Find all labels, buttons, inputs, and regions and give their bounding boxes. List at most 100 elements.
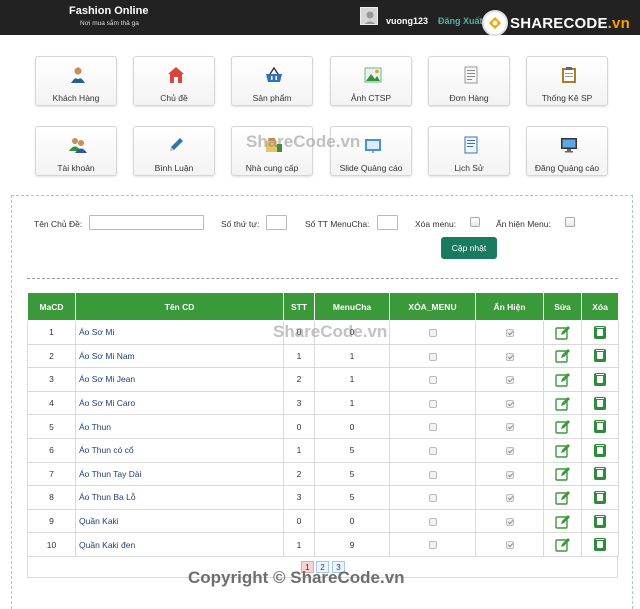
edit-icon[interactable] <box>555 514 570 529</box>
trash-icon[interactable] <box>594 372 606 386</box>
cell-name[interactable]: Áo Thun Ba Lỗ <box>75 485 284 510</box>
delete-flag-checkbox[interactable] <box>428 470 437 479</box>
menu-tile-product-images[interactable]: Ảnh CTSP <box>330 56 412 106</box>
cell-parent: 0 <box>314 414 390 439</box>
column-header-visible[interactable]: Ẩn Hiện <box>475 292 544 321</box>
cell-name[interactable]: Áo Sơ Mi <box>75 320 284 345</box>
delete-flag-checkbox[interactable] <box>428 517 437 526</box>
trash-icon[interactable] <box>594 538 606 552</box>
visible-flag-checkbox[interactable] <box>505 541 514 550</box>
cell-name[interactable]: Áo Thun Tay Dài <box>75 461 284 487</box>
show-menu-checkbox[interactable] <box>565 217 575 227</box>
delete-flag-checkbox[interactable] <box>428 423 437 432</box>
edit-icon[interactable] <box>555 443 570 458</box>
menu-tile-label: Slide Quảng cáo <box>339 163 403 173</box>
delete-flag-checkbox[interactable] <box>428 329 437 338</box>
visible-flag-checkbox[interactable] <box>505 517 514 526</box>
delete-flag-checkbox[interactable] <box>428 352 437 361</box>
table-row: 9 Quần Kaki 0 0 <box>27 508 619 534</box>
column-header-remove: Xóa <box>581 292 619 321</box>
trash-icon[interactable] <box>594 325 606 339</box>
edit-icon[interactable] <box>555 348 570 364</box>
cell-visible-flag <box>475 414 544 439</box>
menu-tile-orders[interactable]: Đơn Hàng <box>428 56 510 106</box>
cell-name[interactable]: Áo Sơ Mi Jean <box>75 367 284 392</box>
order-input[interactable] <box>266 215 287 230</box>
column-header-id[interactable]: MaCD <box>27 292 76 321</box>
parent-menu-input[interactable] <box>377 215 398 230</box>
menu-tile-topics[interactable]: Chủ đề <box>133 56 215 106</box>
cell-edit <box>543 532 582 557</box>
cell-id: 10 <box>27 532 76 557</box>
visible-flag-checkbox[interactable] <box>505 376 514 385</box>
trash-icon[interactable] <box>594 420 606 434</box>
delete-menu-checkbox[interactable] <box>470 217 480 227</box>
cell-edit <box>543 485 582 510</box>
visible-flag-checkbox[interactable] <box>505 447 514 456</box>
column-header-name[interactable]: Tên CD <box>75 292 284 321</box>
update-button[interactable]: Cập nhật <box>441 237 497 259</box>
edit-icon[interactable] <box>555 537 570 552</box>
delete-flag-checkbox[interactable] <box>428 447 437 456</box>
trash-icon[interactable] <box>594 396 606 410</box>
column-header-edit: Sửa <box>543 292 582 321</box>
username[interactable]: vuong123 <box>386 16 428 26</box>
topic-name-input[interactable] <box>89 215 204 230</box>
logout-link[interactable]: Đăng Xuất <box>438 16 483 26</box>
trash-icon[interactable] <box>594 467 606 481</box>
delete-flag-checkbox[interactable] <box>428 541 437 550</box>
edit-icon[interactable] <box>555 419 570 434</box>
monitor-icon <box>561 138 577 153</box>
column-header-delete-menu[interactable]: XÓA_MENU <box>389 292 476 321</box>
cell-visible-flag <box>475 508 544 534</box>
menu-tile-post-ads[interactable]: Đăng Quảng cáo <box>526 126 608 176</box>
menu-tile-history[interactable]: Lịch Sử <box>428 126 510 176</box>
cell-visible-flag <box>475 461 544 487</box>
menu-tile-accounts[interactable]: Tài khoản <box>35 126 117 176</box>
visible-flag-checkbox[interactable] <box>505 352 514 361</box>
delete-flag-checkbox[interactable] <box>428 399 437 408</box>
menu-tile-stats[interactable]: Thống Kê SP <box>526 56 608 106</box>
table-row: 10 Quần Kaki đen 1 9 <box>27 532 619 557</box>
edit-icon[interactable] <box>555 396 570 411</box>
cell-remove <box>581 508 619 534</box>
home-icon <box>168 67 184 83</box>
visible-flag-checkbox[interactable] <box>505 399 514 408</box>
edit-icon[interactable] <box>555 466 570 482</box>
cell-name[interactable]: Quần Kaki đen <box>75 532 284 557</box>
visible-flag-checkbox[interactable] <box>505 494 514 503</box>
delete-flag-checkbox[interactable] <box>428 376 437 385</box>
edit-icon[interactable] <box>555 325 570 340</box>
trash-icon[interactable] <box>594 490 606 504</box>
cell-delete-flag <box>389 367 476 392</box>
delete-flag-checkbox[interactable] <box>428 494 437 503</box>
trash-icon[interactable] <box>594 349 606 363</box>
trash-icon[interactable] <box>594 443 606 457</box>
logo-text-main: SHARECODE <box>510 14 608 32</box>
edit-icon[interactable] <box>555 372 570 387</box>
menu-tile-comments[interactable]: Bình Luận <box>133 126 215 176</box>
column-header-stt[interactable]: STT <box>283 292 315 321</box>
menu-tile-label: Đơn Hàng <box>449 93 489 103</box>
column-header-parent[interactable]: MenuCha <box>314 292 390 321</box>
cell-name[interactable]: Áo Sơ Mi Caro <box>75 390 284 416</box>
avatar[interactable] <box>360 7 378 25</box>
cell-name[interactable]: Áo Sơ Mi Nam <box>75 343 284 369</box>
visible-flag-checkbox[interactable] <box>505 329 514 338</box>
cell-name[interactable]: Quần Kaki <box>75 508 284 534</box>
cell-parent: 5 <box>314 461 390 487</box>
trash-icon[interactable] <box>594 514 606 528</box>
table-row: 7 Áo Thun Tay Dài 2 5 <box>27 461 619 487</box>
cell-parent: 5 <box>314 437 390 463</box>
cell-remove <box>581 532 619 557</box>
cell-stt: 2 <box>283 461 315 487</box>
visible-flag-checkbox[interactable] <box>505 470 514 479</box>
edit-icon[interactable] <box>555 490 570 505</box>
visible-flag-checkbox[interactable] <box>505 423 514 432</box>
cell-name[interactable]: Áo Thun <box>75 414 284 439</box>
cell-visible-flag <box>475 532 544 557</box>
menu-tile-customers[interactable]: Khách Hàng <box>35 56 117 106</box>
menu-tile-products[interactable]: Sản phẩm <box>231 56 313 106</box>
cell-name[interactable]: Áo Thun có cổ <box>75 437 284 463</box>
brand-title[interactable]: Fashion Online <box>69 5 148 17</box>
